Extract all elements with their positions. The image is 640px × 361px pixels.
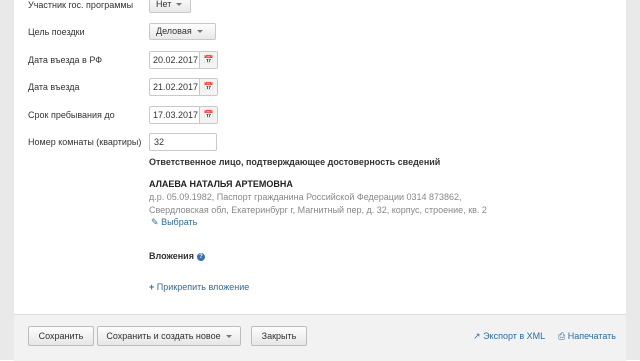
gov-program-value: Нет [156, 0, 172, 9]
room-number-input[interactable]: 32 [149, 133, 217, 151]
select-responsible-link[interactable]: ✎ Выбрать [151, 217, 197, 228]
entry-date-rf-value: 20.02.2017 [153, 55, 199, 65]
right-frame [626, 0, 640, 360]
export-xml-link[interactable]: ↗ Экспорт в XML [473, 331, 545, 342]
gov-program-label: Участник гос. программы [28, 0, 134, 10]
select-link-label: Выбрать [161, 217, 198, 227]
responsible-details-line1: д.р. 05.09.1982, Паспорт гражданина Росс… [149, 192, 462, 202]
left-frame [0, 0, 14, 360]
trip-purpose-label: Цель поездки [28, 27, 85, 37]
save-and-new-button[interactable]: Сохранить и создать новое [97, 326, 241, 346]
help-icon[interactable]: ? [196, 252, 205, 261]
calendar-icon[interactable]: 📅 [199, 79, 217, 95]
save-button[interactable]: Сохранить [28, 326, 94, 346]
save-and-new-label: Сохранить и создать новое [106, 331, 221, 341]
room-number-label: Номер комнаты (квартиры) [28, 137, 142, 147]
chevron-down-icon [196, 30, 203, 34]
pencil-icon: ✎ [151, 217, 159, 227]
stay-until-label: Срок пребывания до [28, 110, 115, 120]
entry-date-field[interactable]: 21.02.2017 📅 [149, 78, 218, 96]
export-xml-label: Экспорт в XML [483, 331, 546, 341]
entry-date-rf-field[interactable]: 20.02.2017 📅 [149, 51, 218, 69]
attachments-title: Вложения? [149, 251, 205, 261]
print-icon: ⎙ [558, 331, 566, 341]
responsible-name: АЛАЕВА НАТАЛЬЯ АРТЕМОВНА [149, 179, 293, 189]
stay-until-field[interactable]: 17.03.2017 📅 [149, 106, 218, 124]
print-label: Напечатать [567, 331, 616, 341]
gov-program-dropdown[interactable]: Нет [149, 0, 191, 13]
trip-purpose-dropdown[interactable]: Деловая [149, 23, 216, 40]
entry-date-label: Дата въезда [28, 82, 80, 92]
attach-file-link[interactable]: + Прикрепить вложение [149, 282, 249, 292]
responsible-details-line2: Свердловская обл, Екатеринбург г, Магнит… [149, 205, 487, 215]
chevron-down-icon [176, 3, 183, 7]
export-icon: ↗ [473, 331, 481, 341]
stay-until-value: 17.03.2017 [153, 110, 199, 120]
attach-link-label: Прикрепить вложение [156, 282, 250, 292]
calendar-icon[interactable]: 📅 [199, 52, 217, 68]
calendar-icon[interactable]: 📅 [199, 107, 217, 123]
chevron-down-icon [225, 335, 232, 339]
print-link[interactable]: ⎙ Напечатать [558, 331, 616, 342]
entry-date-value: 21.02.2017 [153, 82, 199, 92]
entry-date-rf-label: Дата въезда в РФ [28, 55, 103, 65]
close-button[interactable]: Закрыть [251, 326, 307, 346]
trip-purpose-value: Деловая [156, 26, 192, 36]
responsible-title: Ответственное лицо, подтверждающее досто… [149, 157, 441, 167]
attachments-title-text: Вложения [149, 251, 194, 261]
plus-icon: + [149, 282, 155, 292]
